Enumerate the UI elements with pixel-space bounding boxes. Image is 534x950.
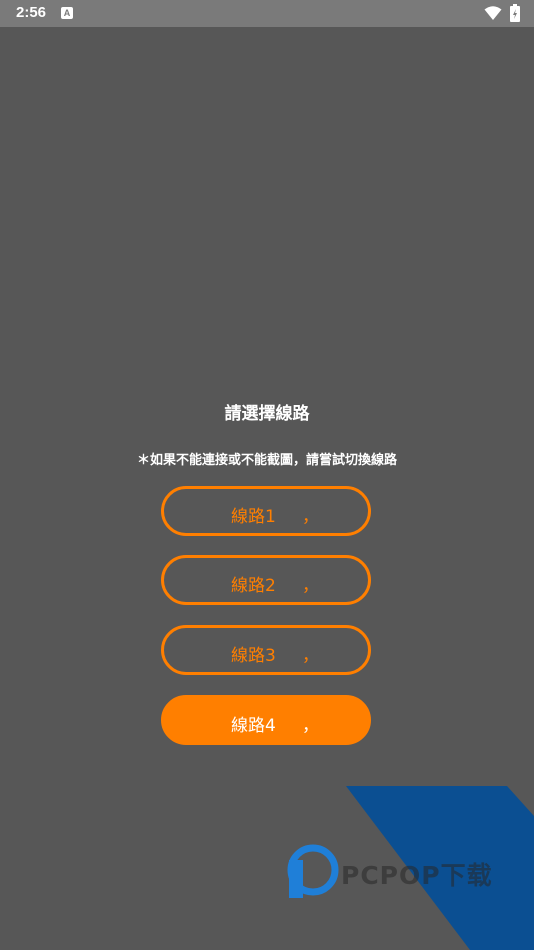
wifi-icon xyxy=(484,6,502,20)
line-4-suffix: ， xyxy=(302,716,319,736)
watermark-graphic xyxy=(287,786,534,950)
line-2-label: 線路2 xyxy=(231,576,276,596)
watermark-text: PCPOP下载 xyxy=(341,861,493,890)
line-3-button[interactable]: 線路3 ， xyxy=(161,625,371,675)
line-1-label: 線路1 xyxy=(231,507,276,527)
line-1-suffix: ， xyxy=(302,507,319,527)
status-time: 2:56 xyxy=(16,4,47,21)
line-4-button[interactable]: 線路4 ， xyxy=(161,695,371,745)
line-2-suffix: ， xyxy=(302,576,319,596)
line-3-label: 線路3 xyxy=(231,646,276,666)
line-4-label: 線路4 xyxy=(231,716,276,736)
dialog-title: 請選擇線路 xyxy=(224,404,310,424)
battery-charging-icon xyxy=(510,4,520,22)
pcpop-logo-icon xyxy=(287,844,339,898)
notification-icon: A xyxy=(61,7,73,19)
line-1-button[interactable]: 線路1 ， xyxy=(161,486,371,536)
status-bar: 2:56 A xyxy=(0,0,534,27)
line-3-suffix: ， xyxy=(302,646,319,666)
line-2-button[interactable]: 線路2 ， xyxy=(161,555,371,605)
switch-line-notice: ＊如果不能連接或不能截圖，請嘗試切換線路 xyxy=(136,453,397,468)
